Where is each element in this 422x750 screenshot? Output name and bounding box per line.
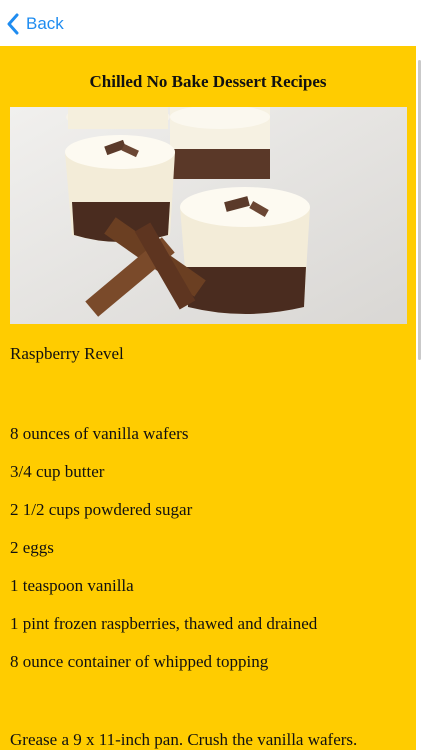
ingredient-item: 1 teaspoon vanilla <box>10 576 134 595</box>
back-button[interactable]: Back <box>6 10 64 38</box>
recipe-name: Raspberry Revel <box>10 344 124 363</box>
page-title: Chilled No Bake Dessert Recipes <box>89 72 327 91</box>
instructions-text: Grease a 9 x 11-inch pan. Crush the vani… <box>10 730 358 749</box>
chevron-left-icon <box>6 13 20 35</box>
scrollbar-thumb[interactable] <box>418 60 421 360</box>
ingredient-item: 8 ounce container of whipped topping <box>10 652 269 671</box>
back-label: Back <box>26 14 64 33</box>
ingredient-item: 1 pint frozen raspberries, thawed and dr… <box>10 614 318 633</box>
ingredient-item: 2 1/2 cups powdered sugar <box>10 500 193 519</box>
navigation-bar: Back <box>0 0 422 46</box>
dessert-photo <box>10 107 407 324</box>
ingredient-item: 2 eggs <box>10 538 54 557</box>
recipe-content[interactable]: Chilled No Bake Dessert Recipes Raspberr… <box>0 46 416 750</box>
ingredient-item: 3/4 cup butter <box>10 462 105 481</box>
ingredient-item: 8 ounces of vanilla wafers <box>10 424 189 443</box>
